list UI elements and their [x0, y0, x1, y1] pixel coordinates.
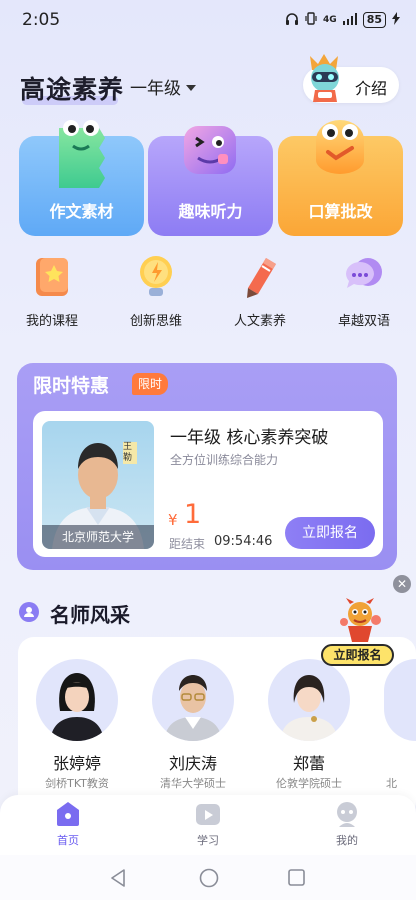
shortcut-label: 创新思维: [129, 314, 182, 329]
pen-icon: [236, 252, 284, 300]
tab-label: 学习: [197, 834, 219, 847]
teacher-desc: 剑桥TKT教资: [45, 777, 109, 790]
home-circle-icon[interactable]: [199, 868, 219, 892]
teacher-name: 郑蕾: [292, 754, 325, 773]
teacher-desc: 清华大学硕士: [160, 777, 226, 790]
vibrate-icon: [305, 12, 317, 28]
countdown-label: 距结束: [169, 537, 206, 551]
headphones-icon: [285, 12, 299, 28]
green-monster-icon: [49, 118, 113, 190]
status-time: 2:05: [22, 10, 61, 30]
back-icon[interactable]: [110, 869, 126, 891]
shortcut-label: 我的课程: [25, 314, 78, 329]
promo-title: 限时特惠: [33, 375, 110, 397]
course-subtitle: 全方位训练综合能力: [170, 453, 279, 467]
status-bar: 2:05 4G 85: [0, 0, 416, 40]
teacher-avatar[interactable]: [268, 659, 350, 741]
play-icon: [195, 801, 221, 827]
teacher-name: 张婷婷: [52, 754, 101, 773]
card-composition[interactable]: 作文素材: [19, 120, 144, 236]
grade-selector[interactable]: 一年级: [130, 74, 196, 99]
card-label: 口算批改: [308, 202, 373, 221]
mascot-icon: [300, 52, 350, 104]
status-icons: 4G 85: [285, 12, 400, 28]
card-arithmetic[interactable]: 口算批改: [278, 120, 403, 236]
network-label: 4G: [323, 15, 337, 25]
teacher-name: 刘庆涛: [168, 754, 217, 773]
section-title: 名师风采: [50, 603, 130, 627]
charging-icon: [392, 12, 400, 28]
profile-icon: [334, 801, 360, 827]
course-price: 1: [184, 499, 202, 530]
dragon-mascot-icon[interactable]: [336, 596, 384, 646]
shortcut-label: 人文素养: [233, 314, 286, 329]
card-listening[interactable]: 趣味听力: [148, 126, 273, 236]
tab-home[interactable]: 首页: [38, 801, 98, 848]
tab-mine[interactable]: 我的: [317, 801, 377, 848]
promo-tag: 限时: [132, 373, 169, 395]
battery-indicator: 85: [362, 12, 386, 28]
teacher-avatar[interactable]: [36, 659, 118, 741]
grade-label: 一年级: [130, 79, 181, 99]
countdown-timer: 09:54:46: [214, 534, 273, 549]
home-icon: [55, 801, 81, 827]
card-label: 趣味听力: [178, 202, 243, 221]
shortcut-humanities[interactable]: 人文素养: [212, 252, 308, 329]
intro-label: 介绍: [355, 79, 388, 98]
price-symbol: ¥: [168, 511, 178, 529]
dropdown-triangle-icon: [186, 84, 196, 91]
chat-bubble-icon: [340, 252, 388, 300]
tab-label: 我的: [336, 834, 358, 847]
tab-study[interactable]: 学习: [178, 801, 238, 848]
teacher-school: 北京师范大学: [42, 525, 154, 549]
recents-icon[interactable]: [288, 869, 305, 890]
shortcut-bilingual[interactable]: 卓越双语: [316, 252, 412, 329]
shortcut-my-courses[interactable]: 我的课程: [4, 252, 100, 329]
lightbulb-icon: [132, 252, 180, 300]
float-enroll-button[interactable]: 立即报名: [321, 644, 394, 666]
brand-title: 高途素养: [20, 75, 125, 104]
purple-monster-icon: [178, 118, 242, 190]
enroll-button[interactable]: 立即报名: [285, 517, 375, 549]
teacher-avatar[interactable]: [152, 659, 234, 741]
course-title: 一年级 核心素养突破: [170, 428, 329, 448]
shortcut-label: 卓越双语: [337, 314, 390, 329]
tab-label: 首页: [57, 834, 79, 847]
shortcut-innovative-thinking[interactable]: 创新思维: [108, 252, 204, 329]
orange-monster-icon: [308, 118, 372, 190]
teacher-desc: 伦敦学院硕士: [276, 777, 342, 790]
teacher-desc: 北: [386, 777, 397, 790]
signal-icon: [342, 12, 357, 28]
system-nav-bar: [0, 855, 416, 900]
teacher-section-icon: [19, 602, 39, 622]
card-label: 作文素材: [49, 202, 114, 221]
close-icon[interactable]: ✕: [393, 575, 411, 593]
teacher-name-tag: 王勒: [123, 442, 137, 464]
book-star-icon: [28, 252, 76, 300]
